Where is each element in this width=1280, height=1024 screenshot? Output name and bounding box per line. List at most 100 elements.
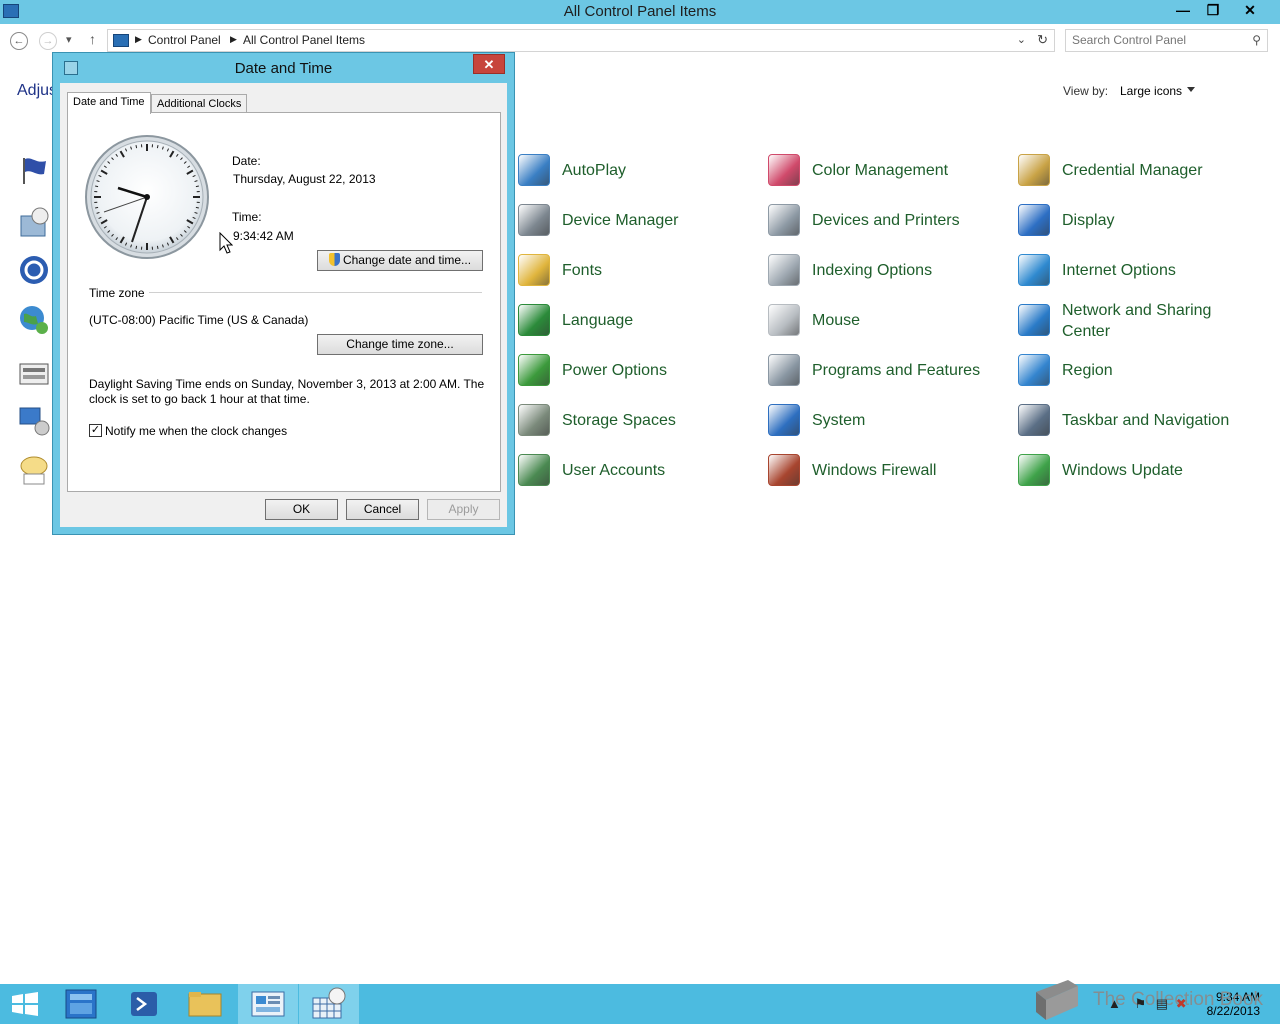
control-panel-item[interactable]: Network and Sharing Center bbox=[1018, 300, 1258, 340]
control-panel-taskbar-button[interactable] bbox=[238, 984, 298, 1024]
date-time-dialog: Date and Time ✕ Date and Time Additional… bbox=[52, 52, 515, 535]
file-explorer-button[interactable] bbox=[175, 984, 235, 1024]
clock-tick bbox=[95, 206, 99, 209]
tab-date-and-time[interactable]: Date and Time bbox=[67, 92, 151, 114]
notify-checkbox[interactable]: ✓ bbox=[89, 424, 102, 437]
control-panel-item[interactable]: Credential Manager bbox=[1018, 150, 1258, 190]
view-by-dropdown[interactable]: Large icons bbox=[1120, 84, 1182, 98]
control-panel-item[interactable]: Devices and Printers bbox=[768, 200, 1008, 240]
credential-manager-icon bbox=[1018, 154, 1050, 186]
change-date-time-label: Change date and time... bbox=[342, 253, 472, 267]
control-panel-item-label: Fonts bbox=[562, 262, 603, 279]
control-panel-item[interactable]: Language bbox=[518, 300, 758, 340]
control-panel-item[interactable]: User Accounts bbox=[518, 450, 758, 490]
speech-recognition-icon[interactable] bbox=[18, 454, 50, 486]
ok-button[interactable]: OK bbox=[265, 499, 338, 520]
clock-tick bbox=[156, 145, 159, 149]
control-panel-item[interactable]: Taskbar and Navigation bbox=[1018, 400, 1258, 440]
restore-button[interactable]: ❐ bbox=[1198, 0, 1228, 20]
ease-of-access-icon[interactable] bbox=[18, 254, 50, 286]
control-panel-item[interactable]: Device Manager bbox=[518, 200, 758, 240]
minimize-icon: — bbox=[1176, 2, 1190, 18]
cancel-button[interactable]: Cancel bbox=[346, 499, 419, 520]
fonts-icon bbox=[518, 254, 550, 286]
control-panel-item[interactable]: Indexing Options bbox=[768, 250, 1008, 290]
dialog-body: Date and Time Additional Clocks Date: Th… bbox=[60, 83, 507, 527]
control-panel-item[interactable]: System bbox=[768, 400, 1008, 440]
action-center-flag-icon[interactable]: ⚑ bbox=[1135, 996, 1147, 1011]
control-panel-item[interactable]: Region bbox=[1018, 350, 1258, 390]
breadcrumb-control-panel[interactable]: Control Panel bbox=[148, 33, 221, 47]
action-center-icon[interactable] bbox=[18, 154, 50, 186]
remote-app-icon[interactable] bbox=[18, 404, 50, 436]
search-box[interactable]: ⚲ bbox=[1065, 29, 1268, 52]
internet-globe-icon[interactable] bbox=[18, 304, 50, 336]
powershell-icon bbox=[131, 992, 157, 1016]
timezone-value: (UTC-08:00) Pacific Time (US & Canada) bbox=[89, 313, 309, 327]
control-panel-item-label: System bbox=[812, 412, 866, 429]
show-hidden-icons-icon[interactable]: ▲ bbox=[1108, 996, 1121, 1011]
control-panel-item[interactable]: Internet Options bbox=[1018, 250, 1258, 290]
server-manager-icon bbox=[65, 989, 97, 1019]
minimize-button[interactable]: — bbox=[1168, 0, 1198, 20]
keyboard-device-icon[interactable] bbox=[18, 358, 50, 390]
back-arrow-icon: ← bbox=[13, 35, 25, 47]
date-value: Thursday, August 22, 2013 bbox=[233, 172, 376, 186]
administrative-tools-icon[interactable] bbox=[18, 206, 50, 238]
printer-icon bbox=[768, 204, 800, 236]
powershell-button[interactable] bbox=[114, 984, 174, 1024]
close-button[interactable]: ✕ bbox=[1228, 0, 1272, 20]
control-panel-item-label: Programs and Features bbox=[812, 362, 981, 379]
change-timezone-button[interactable]: Change time zone... bbox=[317, 334, 483, 355]
date-time-taskbar-button[interactable] bbox=[299, 984, 359, 1024]
address-dropdown-icon[interactable]: ⌄ bbox=[1017, 33, 1026, 46]
address-bar[interactable]: ▶ Control Panel ▶ All Control Panel Item… bbox=[107, 29, 1055, 52]
control-panel-item[interactable]: Mouse bbox=[768, 300, 1008, 340]
control-panel-item[interactable]: Display bbox=[1018, 200, 1258, 240]
programs-icon bbox=[768, 354, 800, 386]
search-input[interactable] bbox=[1072, 33, 1242, 47]
control-panel-item[interactable]: Power Options bbox=[518, 350, 758, 390]
power-icon bbox=[518, 354, 550, 386]
back-button[interactable]: ← bbox=[10, 32, 28, 50]
volume-muted-icon[interactable]: ✖ bbox=[1176, 996, 1187, 1011]
user-accounts-icon bbox=[518, 454, 550, 486]
control-panel-item[interactable]: Windows Update bbox=[1018, 450, 1258, 490]
recent-locations-button[interactable]: ▾ bbox=[66, 33, 72, 46]
control-panel-item[interactable]: Color Management bbox=[768, 150, 1008, 190]
network-icon[interactable]: ▤ bbox=[1156, 996, 1168, 1011]
up-button[interactable]: ↑ bbox=[89, 31, 96, 47]
change-date-time-button[interactable]: Change date and time... bbox=[317, 250, 483, 271]
search-icon[interactable]: ⚲ bbox=[1252, 33, 1261, 47]
mouse-cursor-icon bbox=[219, 232, 233, 254]
control-panel-item-label: Language bbox=[562, 312, 634, 329]
control-panel-item[interactable]: Windows Firewall bbox=[768, 450, 1008, 490]
clock-tick bbox=[95, 185, 99, 188]
calendar-clock-icon bbox=[312, 987, 346, 1019]
language-icon bbox=[518, 304, 550, 336]
network-icon bbox=[1018, 304, 1050, 336]
breadcrumb-chevron-icon[interactable]: ▶ bbox=[230, 34, 237, 45]
chevron-down-icon[interactable] bbox=[1187, 87, 1195, 92]
start-button[interactable] bbox=[0, 984, 60, 1024]
notify-label[interactable]: Notify me when the clock changes bbox=[105, 424, 287, 438]
refresh-icon[interactable]: ↻ bbox=[1037, 32, 1048, 48]
control-panel-item[interactable]: AutoPlay bbox=[518, 150, 758, 190]
dialog-close-button[interactable]: ✕ bbox=[473, 54, 505, 74]
checkmark-icon: ✓ bbox=[90, 424, 101, 436]
apply-button[interactable]: Apply bbox=[427, 499, 500, 520]
control-panel-item[interactable]: Storage Spaces bbox=[518, 400, 758, 440]
dst-notice-line2: clock is set to go back 1 hour at that t… bbox=[89, 392, 310, 406]
control-panel-item-label: Display bbox=[1062, 212, 1115, 229]
forward-button[interactable]: → bbox=[39, 32, 57, 50]
tab-additional-clocks[interactable]: Additional Clocks bbox=[151, 94, 248, 113]
control-panel-icon bbox=[113, 34, 129, 47]
server-manager-button[interactable] bbox=[52, 984, 112, 1024]
breadcrumb-all-items[interactable]: All Control Panel Items bbox=[243, 33, 365, 47]
forward-arrow-icon: → bbox=[42, 35, 54, 47]
control-panel-item[interactable]: Fonts bbox=[518, 250, 758, 290]
timezone-heading: Time zone bbox=[89, 286, 145, 300]
breadcrumb-chevron-icon[interactable]: ▶ bbox=[135, 34, 142, 45]
control-panel-item[interactable]: Programs and Features bbox=[768, 350, 1008, 390]
storage-icon bbox=[518, 404, 550, 436]
